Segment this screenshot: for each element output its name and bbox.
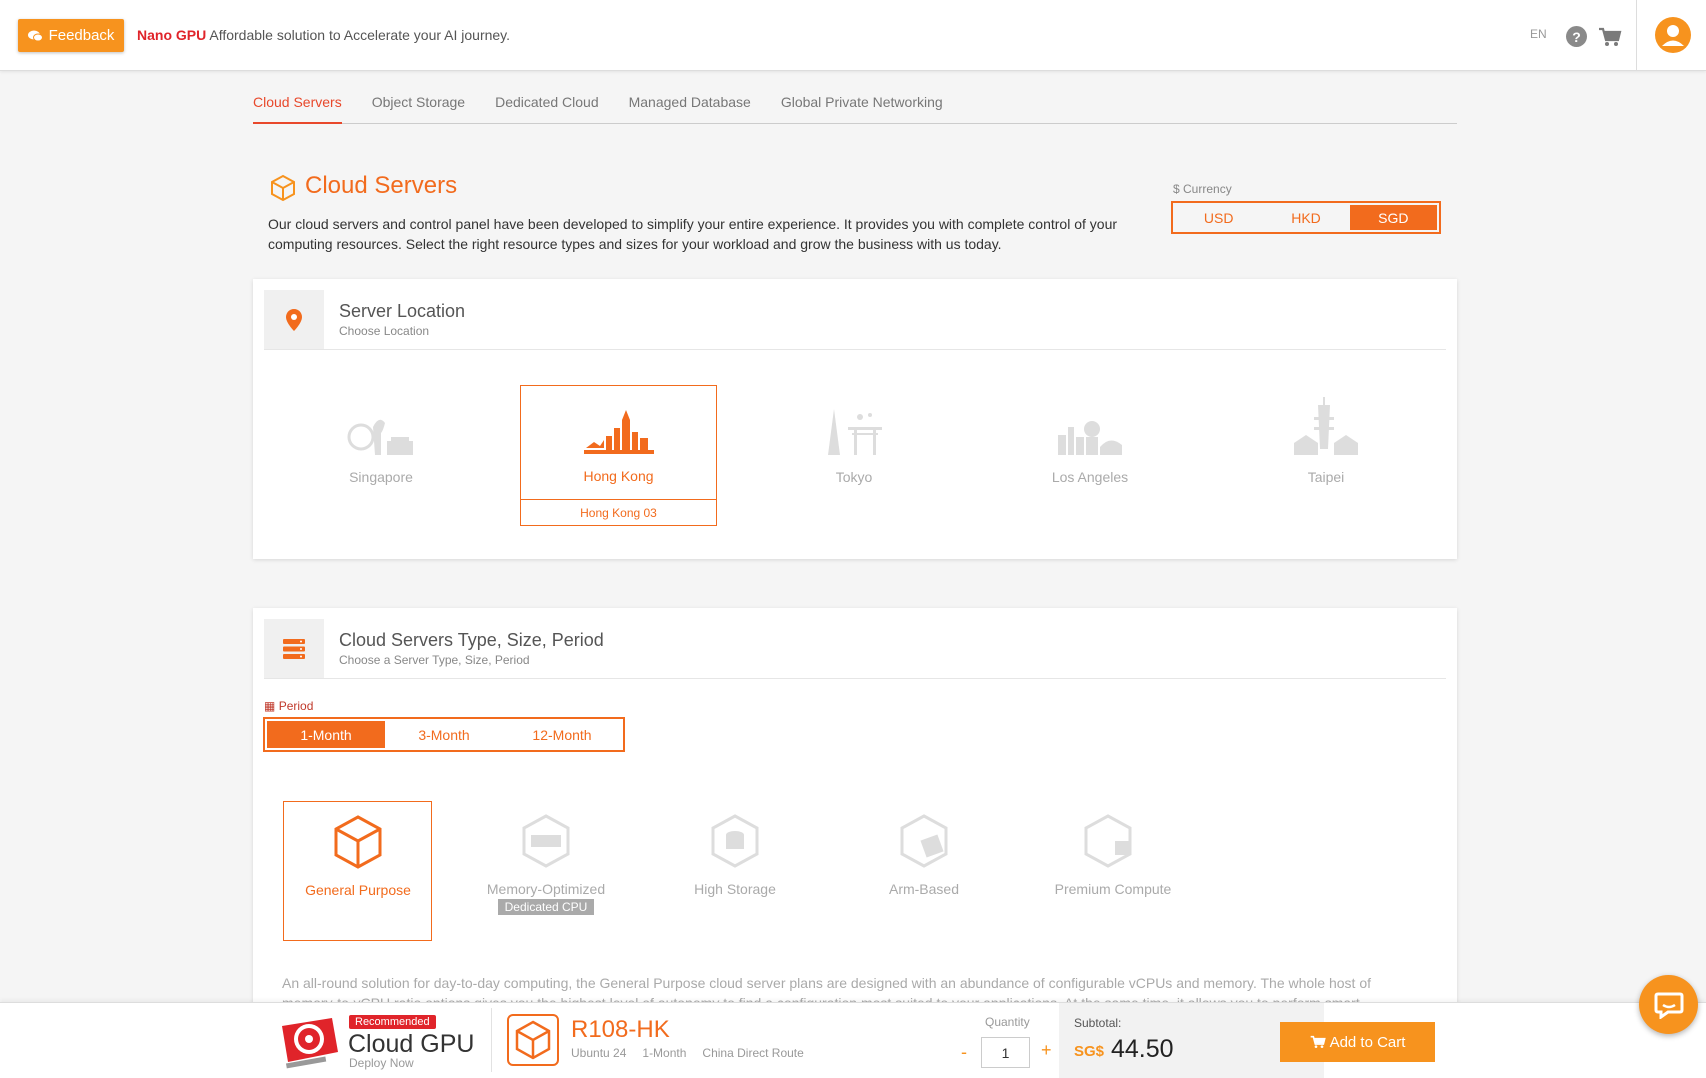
- type-high-storage[interactable]: High Storage: [661, 813, 809, 897]
- subtotal-price: 44.50: [1111, 1035, 1174, 1063]
- currency-selector: USD HKD SGD: [1171, 201, 1441, 234]
- feedback-button[interactable]: Feedback: [18, 19, 124, 52]
- cloud-gpu-promo-title[interactable]: Cloud GPU: [348, 1030, 474, 1059]
- location-label: Tokyo: [835, 469, 873, 485]
- location-label: Hong Kong: [583, 468, 654, 484]
- map-pin-icon: [286, 309, 302, 331]
- server-type-subtitle: Choose a Server Type, Size, Period: [339, 653, 530, 667]
- brand-name: Nano GPU: [137, 27, 207, 43]
- type-label: General Purpose: [305, 882, 411, 898]
- type-premium-compute[interactable]: Premium Compute: [1039, 813, 1187, 897]
- quantity-increment-button[interactable]: +: [1041, 1040, 1052, 1061]
- hong-kong-skyline-icon: [583, 410, 654, 454]
- taipei-skyline-icon: [1294, 397, 1358, 455]
- quantity-label: Quantity: [985, 1015, 1030, 1029]
- selected-plan-name: R108-HK: [571, 1016, 670, 1043]
- comments-icon: [27, 30, 43, 41]
- quantity-decrement-button[interactable]: -: [961, 1042, 967, 1063]
- location-title: Server Location: [339, 301, 466, 321]
- user-avatar-icon[interactable]: [1655, 17, 1691, 53]
- location-label: Singapore: [349, 469, 413, 485]
- period-12-month[interactable]: 12-Month: [503, 721, 621, 748]
- tab-cloud-servers[interactable]: Cloud Servers: [253, 86, 342, 124]
- location-singapore[interactable]: Singapore: [283, 407, 479, 485]
- cart-icon: [1310, 1035, 1326, 1048]
- gpu-card-icon[interactable]: [276, 1012, 340, 1070]
- type-label: Memory-Optimized: [486, 881, 606, 897]
- tab-dedicated-cloud[interactable]: Dedicated Cloud: [495, 86, 599, 124]
- location-hong-kong[interactable]: Hong Kong Hong Kong 03: [520, 385, 717, 526]
- feedback-label: Feedback: [48, 27, 115, 44]
- period-selector: 1-Month 3-Month 12-Month: [263, 717, 625, 752]
- tokyo-skyline-icon: [828, 409, 882, 455]
- type-memory-optimized[interactable]: Memory-Optimized Dedicated CPU: [472, 813, 620, 915]
- page-title: Cloud Servers: [305, 172, 458, 199]
- bottom-bar: [0, 1002, 1706, 1078]
- add-to-cart-label: Add to Cart: [1329, 1033, 1406, 1051]
- selected-plan-meta: Ubuntu 24 1-Month China Direct Route: [571, 1046, 804, 1060]
- price-currency: SG$: [1074, 1043, 1105, 1060]
- plan-period: 1-Month: [642, 1046, 687, 1060]
- location-taipei[interactable]: Taipei: [1228, 397, 1424, 485]
- location-hong-kong-zone[interactable]: Hong Kong 03: [521, 499, 716, 525]
- type-arm-based[interactable]: Arm-Based: [850, 813, 998, 897]
- chat-icon[interactable]: [1639, 975, 1698, 1034]
- bottom-divider: [491, 1008, 492, 1072]
- server-section-icon: [264, 619, 324, 679]
- cube-icon: [271, 174, 295, 202]
- arm-chip-cube-icon: [900, 814, 948, 868]
- recommended-badge: Recommended: [349, 1015, 436, 1029]
- location-los-angeles[interactable]: Los Angeles: [992, 407, 1188, 485]
- topbar-divider: [1636, 0, 1637, 71]
- server-type-title: Cloud Servers Type, Size, Period: [339, 630, 604, 650]
- brand: Nano GPU Affordable solution to Accelera…: [137, 27, 510, 43]
- language-switch[interactable]: EN: [1530, 27, 1547, 41]
- cart-icon[interactable]: [1598, 27, 1622, 47]
- type-label: Premium Compute: [1054, 881, 1172, 897]
- dedicated-cpu-badge: Dedicated CPU: [497, 899, 595, 915]
- product-tabs: Cloud Servers Object Storage Dedicated C…: [253, 86, 1457, 124]
- quantity-input[interactable]: 1: [981, 1037, 1030, 1068]
- location-label: Los Angeles: [1051, 469, 1129, 485]
- type-label: Arm-Based: [888, 881, 960, 897]
- subtotal-label: Subtotal:: [1074, 1016, 1122, 1030]
- server-stack-icon: [283, 639, 305, 659]
- tab-object-storage[interactable]: Object Storage: [372, 86, 465, 124]
- currency-usd[interactable]: USD: [1175, 205, 1262, 230]
- brand-tagline: Affordable solution to Accelerate your A…: [209, 27, 511, 43]
- add-to-cart-button[interactable]: Add to Cart: [1280, 1022, 1435, 1062]
- page-intro: Our cloud servers and control panel have…: [268, 216, 1118, 252]
- plan-icon: [507, 1014, 559, 1066]
- period-3-month[interactable]: 3-Month: [385, 721, 503, 748]
- location-label: Taipei: [1307, 469, 1345, 485]
- tab-managed-database[interactable]: Managed Database: [629, 86, 751, 124]
- premium-cube-icon: [1084, 814, 1132, 868]
- calendar-icon: ▦: [264, 699, 276, 713]
- currency-hkd[interactable]: HKD: [1262, 205, 1349, 230]
- location-tokyo[interactable]: Tokyo: [756, 407, 952, 485]
- cube-icon: [334, 815, 382, 869]
- location-section-icon: [264, 290, 324, 350]
- type-label: High Storage: [694, 881, 776, 897]
- memory-cube-icon: [522, 814, 570, 868]
- plan-os: Ubuntu 24: [571, 1046, 627, 1060]
- help-icon[interactable]: ?: [1566, 26, 1587, 47]
- type-general-purpose[interactable]: General Purpose: [283, 801, 432, 941]
- currency-label: $ Currency: [1173, 182, 1232, 196]
- divider: [264, 349, 1446, 350]
- singapore-skyline-icon: [347, 419, 413, 455]
- cube-icon: [515, 1020, 551, 1060]
- deploy-now-link[interactable]: Deploy Now: [349, 1056, 414, 1070]
- currency-sgd[interactable]: SGD: [1349, 205, 1437, 230]
- plan-route: China Direct Route: [702, 1046, 804, 1060]
- los-angeles-skyline-icon: [1058, 421, 1122, 455]
- period-label: ▦ Period: [264, 699, 314, 713]
- period-1-month[interactable]: 1-Month: [267, 721, 385, 748]
- storage-cube-icon: [711, 814, 759, 868]
- divider: [264, 678, 1446, 679]
- tab-global-private-networking[interactable]: Global Private Networking: [781, 86, 943, 124]
- location-subtitle: Choose Location: [339, 324, 430, 338]
